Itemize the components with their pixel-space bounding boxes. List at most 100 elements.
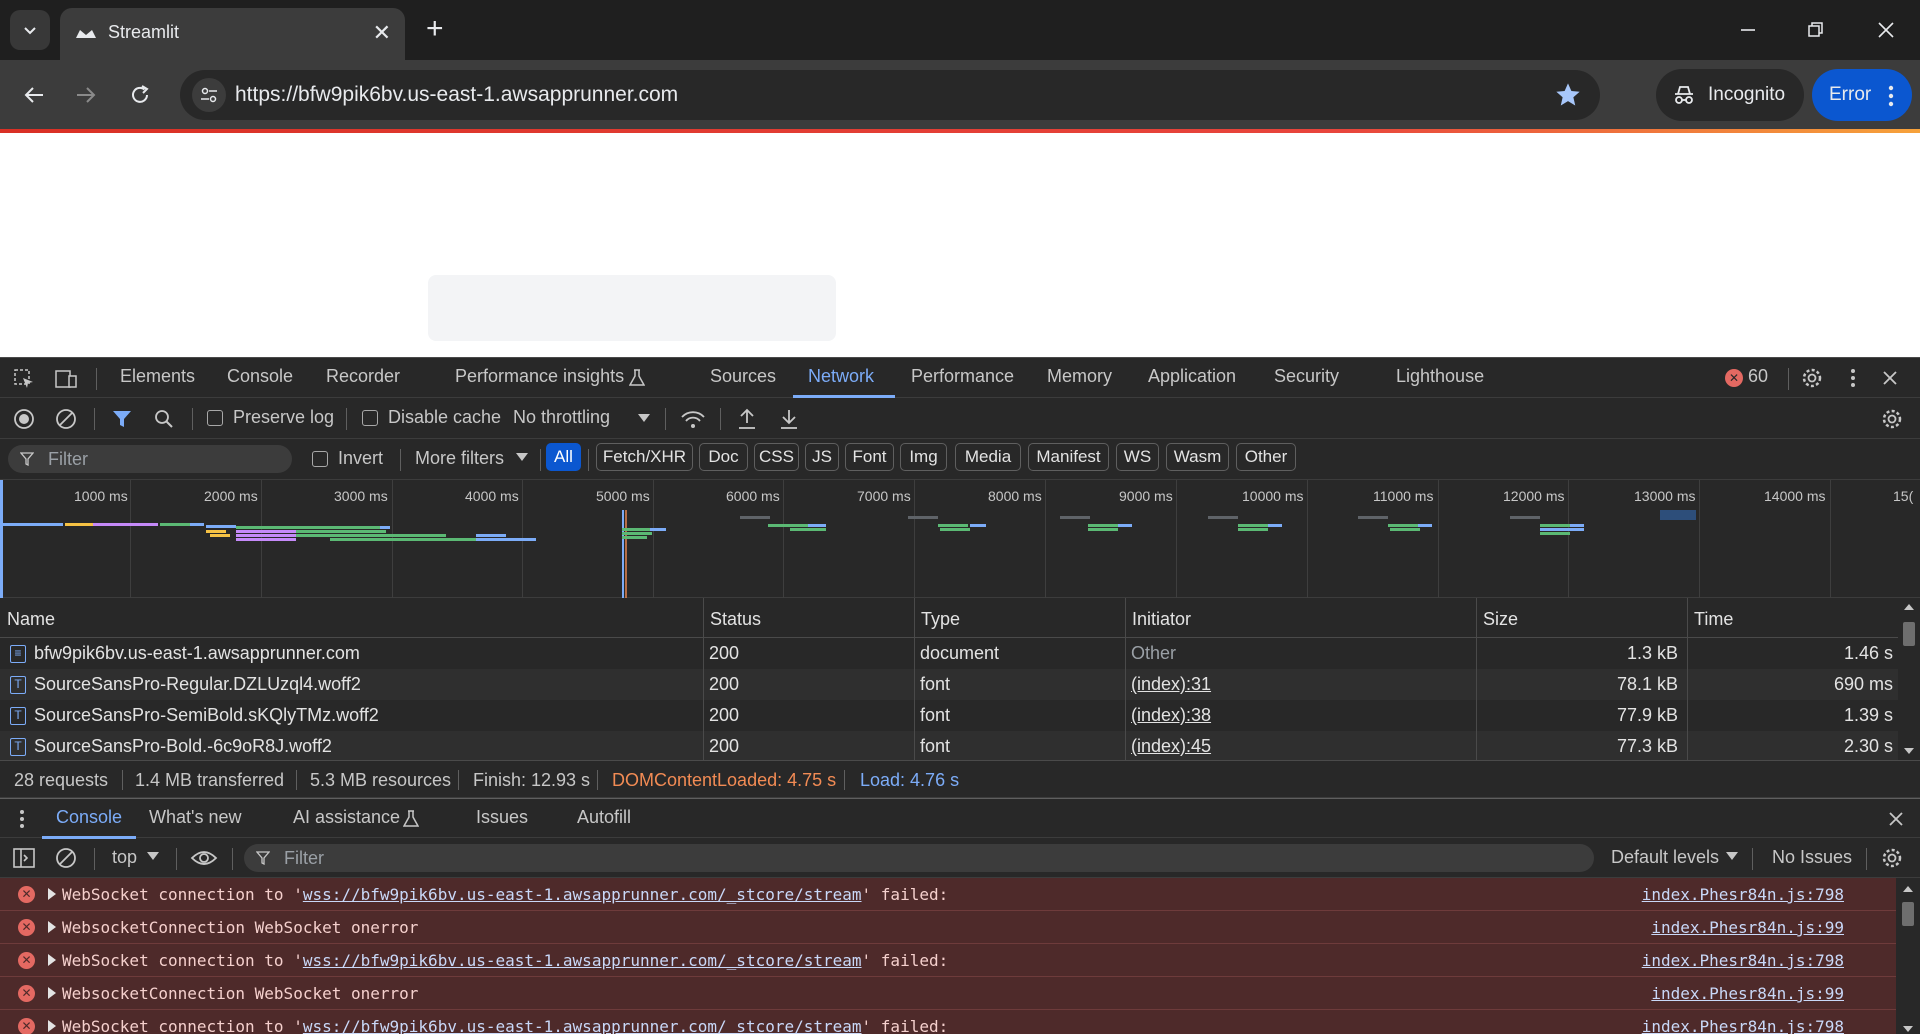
drawer-tab-console[interactable]: Console	[56, 807, 122, 828]
tab-performance-insights[interactable]: Performance insights	[455, 366, 624, 387]
error-count[interactable]: 60	[1748, 366, 1768, 387]
table-row[interactable]: T SourceSansPro-Bold.-6c9oR8J.woff2 200 …	[0, 731, 1898, 760]
live-expression-eye-icon[interactable]	[190, 846, 218, 870]
throttling-select[interactable]: No throttling	[513, 407, 610, 428]
console-scrollbar[interactable]	[1896, 878, 1920, 1034]
network-overview-timeline[interactable]: 1000 ms 2000 ms 3000 ms 4000 ms 5000 ms …	[0, 480, 1920, 598]
filter-chip-doc[interactable]: Doc	[699, 443, 748, 471]
filter-chip-fetch-xhr[interactable]: Fetch/XHR	[596, 443, 693, 471]
expand-triangle-icon[interactable]	[48, 954, 56, 966]
tab-recorder[interactable]: Recorder	[326, 366, 400, 387]
column-header-initiator[interactable]: Initiator	[1125, 598, 1476, 638]
more-filters-button[interactable]: More filters	[415, 448, 504, 469]
context-select[interactable]: top	[112, 847, 137, 868]
filter-chip-other[interactable]: Other	[1236, 443, 1296, 471]
filter-chip-wasm[interactable]: Wasm	[1166, 443, 1229, 471]
close-window-button[interactable]	[1866, 10, 1906, 50]
bookmark-star-icon[interactable]	[1554, 81, 1582, 109]
disable-cache-checkbox[interactable]	[362, 410, 378, 426]
message-source-link[interactable]: index.Phesr84n.js:798	[1642, 1017, 1844, 1034]
tab-search-button[interactable]	[10, 10, 50, 50]
table-row[interactable]: T SourceSansPro-SemiBold.sKQlyTMz.woff2 …	[0, 700, 1898, 731]
tab-performance[interactable]: Performance	[911, 366, 1014, 387]
expand-triangle-icon[interactable]	[48, 888, 56, 900]
filter-icon[interactable]	[110, 407, 134, 431]
tab-lighthouse[interactable]: Lighthouse	[1396, 366, 1484, 387]
search-icon[interactable]	[152, 407, 176, 431]
column-header-name[interactable]: Name	[0, 598, 703, 638]
message-link[interactable]: wss://bfw9pik6bv.us-east-1.awsapprunner.…	[303, 951, 862, 970]
settings-gear-icon[interactable]	[1800, 366, 1824, 390]
filter-chip-manifest[interactable]: Manifest	[1028, 443, 1109, 471]
filter-chip-media[interactable]: Media	[955, 443, 1021, 471]
console-error-message[interactable]: ✕ WebsocketConnection WebSocket onerror …	[0, 911, 1896, 944]
tab-console[interactable]: Console	[227, 366, 293, 387]
profile-error-button[interactable]: Error	[1812, 69, 1912, 121]
address-bar[interactable]: https://bfw9pik6bv.us-east-1.awsapprunne…	[180, 70, 1600, 120]
invert-checkbox[interactable]	[312, 451, 328, 467]
filter-chip-font[interactable]: Font	[845, 443, 894, 471]
network-filter-input[interactable]: Filter	[8, 445, 292, 473]
filter-chip-ws[interactable]: WS	[1116, 443, 1159, 471]
request-initiator-link[interactable]: (index):31	[1131, 674, 1211, 695]
expand-triangle-icon[interactable]	[48, 987, 56, 999]
request-initiator-link[interactable]: (index):45	[1131, 736, 1211, 757]
console-error-message[interactable]: ✕ WebSocket connection to 'wss://bfw9pik…	[0, 944, 1896, 977]
message-link[interactable]: wss://bfw9pik6bv.us-east-1.awsapprunner.…	[303, 1017, 862, 1034]
tab-network[interactable]: Network	[808, 366, 874, 387]
reload-button[interactable]	[120, 75, 160, 115]
table-row[interactable]: ≡ bfw9pik6bv.us-east-1.awsapprunner.com …	[0, 638, 1898, 669]
message-source-link[interactable]: index.Phesr84n.js:99	[1651, 984, 1844, 1003]
filter-chip-css[interactable]: CSS	[754, 443, 799, 471]
log-levels-select[interactable]: Default levels	[1611, 847, 1719, 868]
message-link[interactable]: wss://bfw9pik6bv.us-east-1.awsapprunner.…	[303, 885, 862, 904]
message-source-link[interactable]: index.Phesr84n.js:798	[1642, 885, 1844, 904]
export-har-icon[interactable]	[778, 407, 800, 431]
table-row[interactable]: T SourceSansPro-Regular.DZLUzql4.woff2 2…	[0, 669, 1898, 700]
more-vert-icon[interactable]	[1846, 367, 1860, 389]
inspect-element-icon[interactable]	[12, 367, 36, 391]
network-conditions-icon[interactable]	[680, 407, 706, 431]
back-button[interactable]	[14, 75, 54, 115]
request-initiator-link[interactable]: (index):38	[1131, 705, 1211, 726]
incognito-chip[interactable]: Incognito	[1656, 69, 1804, 121]
filter-chip-img[interactable]: Img	[900, 443, 947, 471]
drawer-menu-icon[interactable]	[16, 808, 28, 830]
issues-counter[interactable]: No Issues	[1772, 847, 1852, 868]
expand-triangle-icon[interactable]	[48, 921, 56, 933]
clear-console-icon[interactable]	[54, 846, 78, 870]
new-tab-button[interactable]: +	[426, 12, 444, 46]
timeline-left-handle[interactable]	[0, 480, 3, 598]
tab-elements[interactable]: Elements	[120, 366, 195, 387]
drawer-tab-whats-new[interactable]: What's new	[149, 807, 241, 828]
console-error-message[interactable]: ✕ WebsocketConnection WebSocket onerror …	[0, 977, 1896, 1010]
site-info-button[interactable]	[192, 78, 226, 112]
console-error-message[interactable]: ✕ WebSocket connection to 'wss://bfw9pik…	[0, 1010, 1896, 1034]
device-toolbar-icon[interactable]	[54, 367, 78, 391]
tab-memory[interactable]: Memory	[1047, 366, 1112, 387]
tab-security[interactable]: Security	[1274, 366, 1339, 387]
console-settings-gear-icon[interactable]	[1880, 846, 1904, 870]
minimize-button[interactable]	[1728, 10, 1768, 50]
tab-sources[interactable]: Sources	[710, 366, 776, 387]
console-error-message[interactable]: ✕ WebSocket connection to 'wss://bfw9pik…	[0, 878, 1896, 911]
console-filter-input[interactable]: Filter	[244, 844, 1594, 872]
preserve-log-checkbox[interactable]	[207, 410, 223, 426]
tab-close-icon[interactable]: ✕	[373, 20, 391, 46]
close-drawer-icon[interactable]	[1886, 809, 1906, 829]
message-source-link[interactable]: index.Phesr84n.js:798	[1642, 951, 1844, 970]
clear-icon[interactable]	[54, 407, 78, 431]
column-header-status[interactable]: Status	[703, 598, 914, 638]
expand-triangle-icon[interactable]	[48, 1020, 56, 1032]
network-settings-gear-icon[interactable]	[1880, 407, 1904, 431]
close-devtools-icon[interactable]	[1880, 368, 1900, 388]
record-icon[interactable]	[12, 407, 36, 431]
network-table-scrollbar[interactable]	[1898, 598, 1920, 760]
filter-chip-all[interactable]: All	[546, 443, 581, 471]
drawer-tab-ai-assistance[interactable]: AI assistance	[293, 807, 400, 828]
restore-button[interactable]	[1796, 10, 1836, 50]
drawer-tab-autofill[interactable]: Autofill	[577, 807, 631, 828]
sidebar-toggle-icon[interactable]	[12, 846, 36, 870]
filter-chip-js[interactable]: JS	[805, 443, 839, 471]
url-text[interactable]: https://bfw9pik6bv.us-east-1.awsapprunne…	[235, 83, 678, 107]
